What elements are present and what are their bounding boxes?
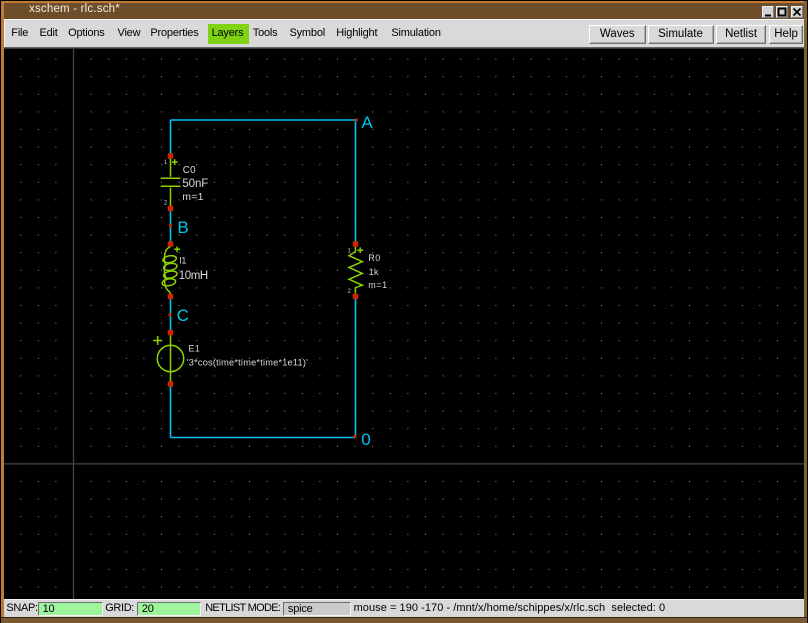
svg-text:50nF: 50nF — [182, 178, 208, 190]
svg-text:C0: C0 — [183, 165, 196, 176]
svg-text:'3*cos(time*time*time*1e11)': '3*cos(time*time*time*1e11)' — [187, 357, 308, 367]
svg-text:C: C — [177, 306, 189, 325]
svg-text:10mH: 10mH — [179, 270, 208, 282]
svg-text:0: 0 — [361, 430, 370, 449]
svg-text:l1: l1 — [179, 255, 186, 265]
svg-text:m=1: m=1 — [182, 191, 204, 203]
svg-text:E1: E1 — [188, 343, 200, 353]
svg-text:m=1: m=1 — [368, 280, 387, 290]
svg-text:B: B — [177, 218, 188, 237]
svg-text:1k: 1k — [369, 267, 379, 277]
svg-text:R0: R0 — [368, 253, 380, 263]
svg-text:A: A — [361, 113, 373, 132]
